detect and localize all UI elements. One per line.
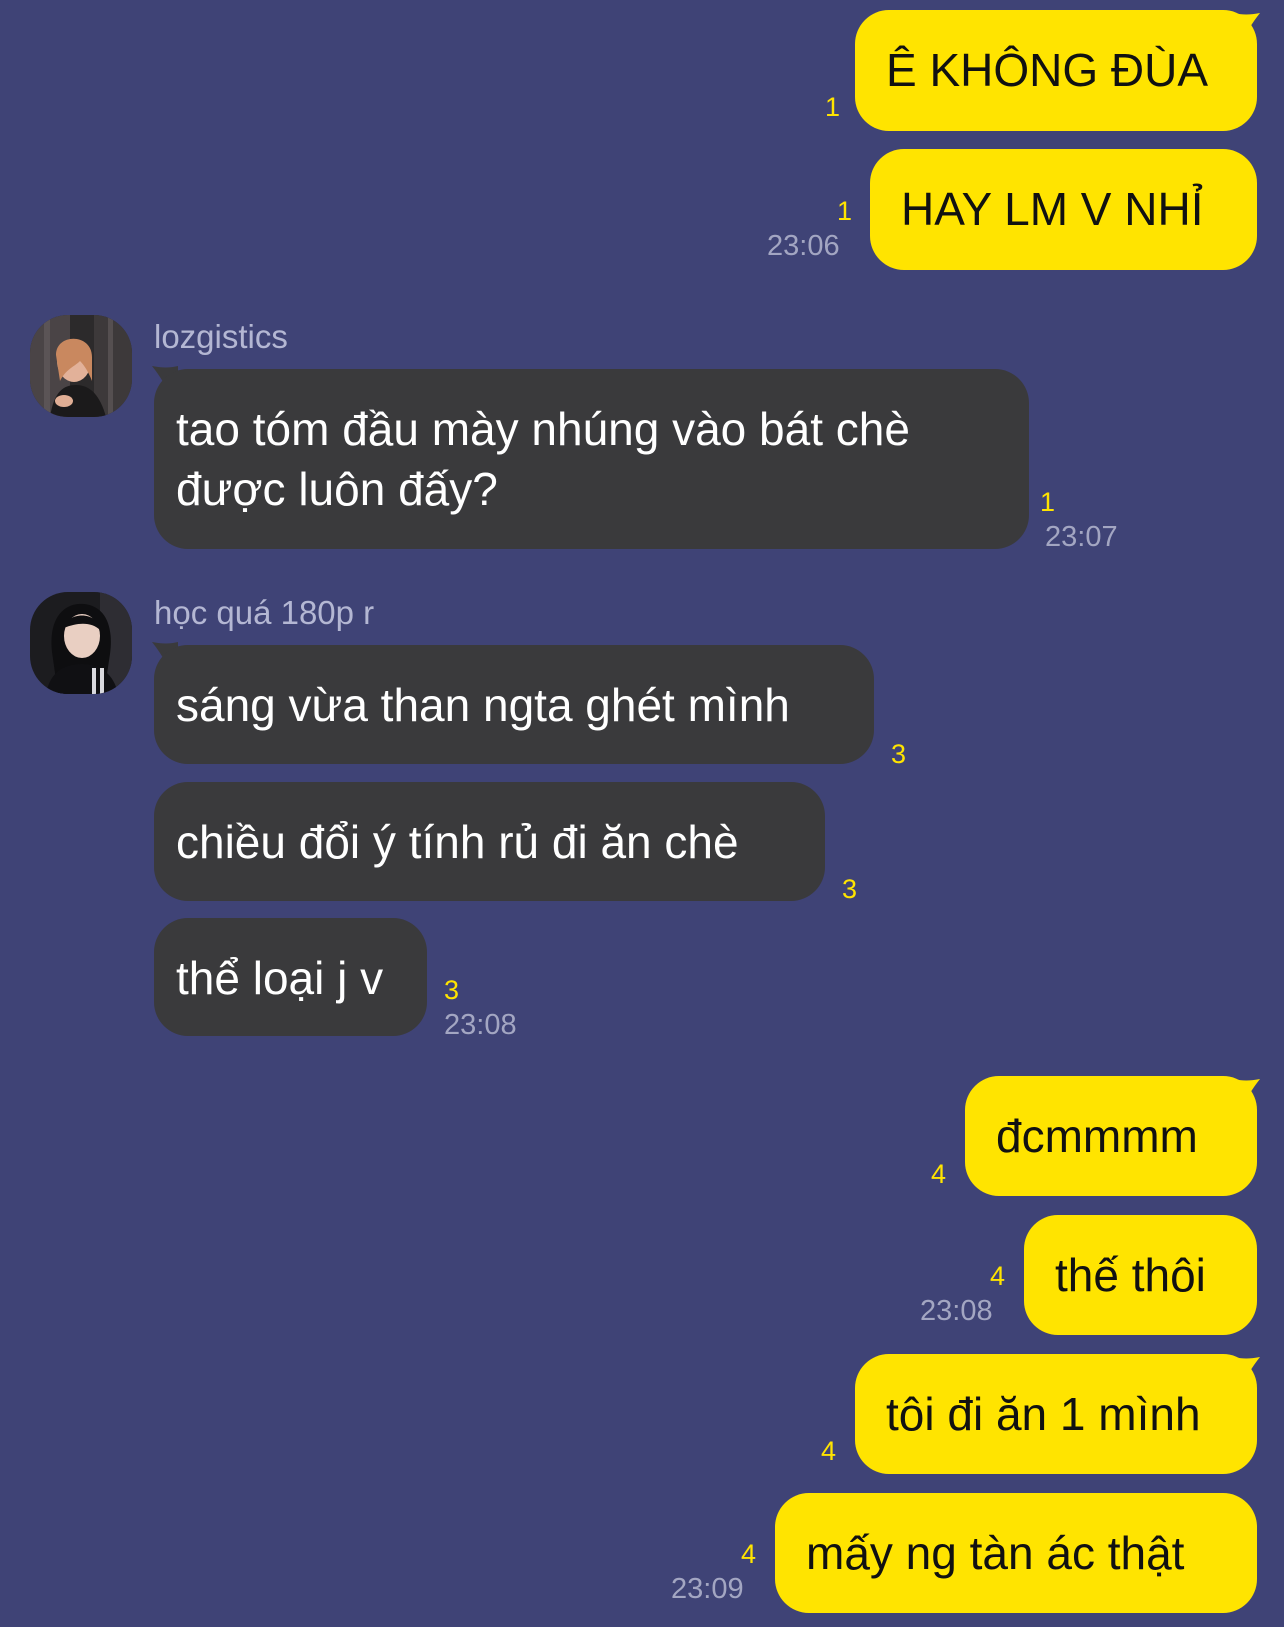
message-text: sáng vừa than ngta ghét mình xyxy=(176,679,790,731)
sender-name: học quá 180p r xyxy=(154,594,375,631)
message-bubble-incoming[interactable]: chiều đổi ý tính rủ đi ăn chè xyxy=(154,782,825,901)
avatar-photo-lozgistics xyxy=(30,315,132,417)
message-bubble-own[interactable]: đcmmmm xyxy=(965,1076,1257,1196)
message-bubble-incoming[interactable]: tao tóm đầu mày nhúng vào bát chè được l… xyxy=(154,369,1029,549)
read-count: 3 xyxy=(842,874,858,904)
message-timestamp: 23:06 xyxy=(767,230,840,262)
message-text: HAY LM V NHỈ xyxy=(901,183,1204,235)
read-count: 3 xyxy=(444,975,460,1005)
message-bubble-own[interactable]: HAY LM V NHỈ xyxy=(870,149,1257,270)
message-text: tôi đi ăn 1 mình xyxy=(886,1388,1201,1440)
read-count: 1 xyxy=(824,92,840,122)
message-text: mấy ng tàn ác thật xyxy=(806,1527,1185,1579)
message-bubble-own[interactable]: mấy ng tàn ác thật xyxy=(775,1493,1257,1613)
read-count: 1 xyxy=(836,196,852,226)
read-count: 4 xyxy=(930,1159,946,1189)
message-timestamp: 23:07 xyxy=(1045,521,1118,553)
read-count: 4 xyxy=(989,1261,1005,1291)
message-bubble-incoming[interactable]: sáng vừa than ngta ghét mình xyxy=(154,645,874,764)
message-timestamp: 23:08 xyxy=(444,1009,517,1041)
read-count: 4 xyxy=(820,1436,836,1466)
chat-screen: Ê KHÔNG ĐÙA 1 HAY LM V NHỈ 1 23:06 lozgi… xyxy=(0,0,1284,1627)
message-text: thế thôi xyxy=(1055,1249,1206,1301)
message-text-line: được luôn đấy? xyxy=(176,463,498,515)
message-text-line: tao tóm đầu mày nhúng vào bát chè xyxy=(176,403,910,455)
message-text: Ê KHÔNG ĐÙA xyxy=(886,44,1209,96)
message-timestamp: 23:08 xyxy=(920,1295,993,1327)
message-bubble-own[interactable]: tôi đi ăn 1 mình xyxy=(855,1354,1257,1474)
message-text: đcmmmm xyxy=(996,1110,1198,1162)
sender-name: lozgistics xyxy=(154,318,288,355)
read-count: 4 xyxy=(740,1539,756,1569)
read-count: 1 xyxy=(1040,487,1056,517)
message-text: chiều đổi ý tính rủ đi ăn chè xyxy=(176,816,739,868)
avatar[interactable] xyxy=(30,315,132,417)
message-timestamp: 23:09 xyxy=(671,1573,744,1605)
message-bubble-incoming[interactable]: thể loại j v xyxy=(154,918,427,1036)
read-count: 3 xyxy=(891,739,907,769)
avatar-photo-hoc-qua xyxy=(30,592,132,694)
message-bubble-own[interactable]: Ê KHÔNG ĐÙA xyxy=(855,10,1257,131)
message-text: thể loại j v xyxy=(176,952,384,1004)
avatar[interactable] xyxy=(30,592,132,694)
message-bubble-own[interactable]: thế thôi xyxy=(1024,1215,1257,1335)
